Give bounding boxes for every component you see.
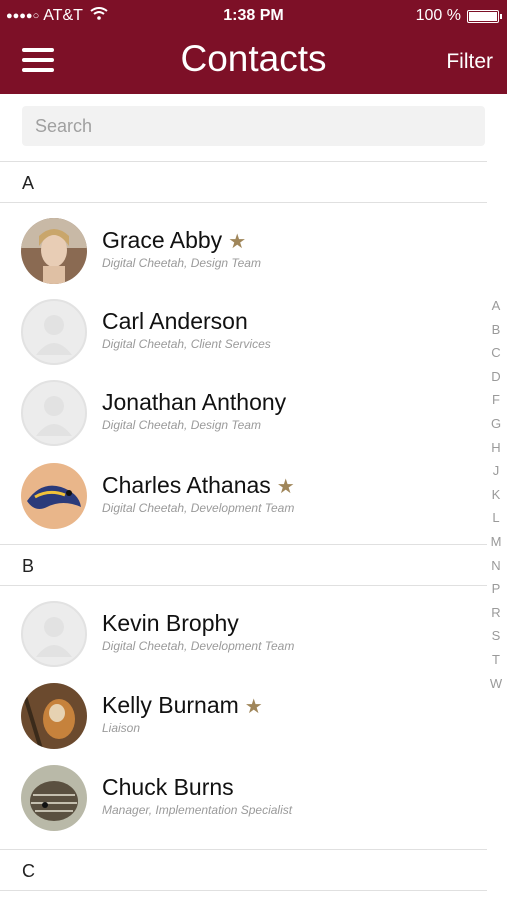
- contact-name-row: Charles Athanas ★: [102, 472, 295, 499]
- section-header-b: B: [0, 544, 487, 586]
- contact-name-row: Grace Abby ★: [102, 227, 246, 254]
- contact-name: Grace Abby: [102, 227, 223, 253]
- index-letter[interactable]: W: [486, 676, 506, 700]
- contact-name: Jonathan Anthony: [102, 389, 287, 415]
- contact-subtitle: Liaison: [102, 721, 141, 735]
- avatar-placeholder-icon: [21, 299, 87, 365]
- index-letter[interactable]: H: [486, 440, 506, 464]
- index-letter[interactable]: S: [486, 628, 506, 652]
- avatar-placeholder-icon: [21, 601, 87, 667]
- status-bar: ●●●●○ AT&T 1:38 PM 100 %: [0, 0, 507, 30]
- contact-name: Carl Anderson: [102, 308, 248, 334]
- contact-subtitle: Digital Cheetah, Client Services: [102, 337, 271, 351]
- contact-name: Kelly Burnam: [102, 692, 239, 718]
- contact-row[interactable]: Grace Abby ★ Digital Cheetah, Design Team: [0, 205, 487, 287]
- avatar: [21, 765, 87, 831]
- index-letter[interactable]: R: [486, 605, 506, 629]
- index-letter[interactable]: D: [486, 369, 506, 393]
- contact-subtitle: Digital Cheetah, Development Team: [102, 639, 295, 653]
- contact-subtitle: Digital Cheetah, Design Team: [102, 418, 261, 432]
- contact-name: Chuck Burns: [102, 774, 234, 800]
- index-letter[interactable]: T: [486, 652, 506, 676]
- index-letter[interactable]: G: [486, 416, 506, 440]
- contact-subtitle: Digital Cheetah, Design Team: [102, 256, 261, 270]
- avatar-placeholder-icon: [21, 380, 87, 446]
- contact-subtitle: Digital Cheetah, Development Team: [102, 501, 295, 515]
- favorite-star-icon: ★: [276, 476, 295, 498]
- index-letter[interactable]: N: [486, 558, 506, 582]
- index-letter[interactable]: B: [486, 322, 506, 346]
- avatar: [21, 218, 87, 284]
- search-input[interactable]: [22, 106, 485, 146]
- battery-icon: [467, 9, 502, 23]
- contact-subtitle: Manager, Implementation Specialist: [102, 803, 293, 817]
- contact-row[interactable]: Kelly Burnam ★ Liaison: [0, 670, 487, 752]
- index-letter[interactable]: F: [486, 392, 506, 416]
- avatar: [21, 463, 87, 529]
- index-letter[interactable]: P: [486, 581, 506, 605]
- index-letter[interactable]: K: [486, 487, 506, 511]
- contact-row[interactable]: Chuck Burns Manager, Implementation Spec…: [0, 752, 487, 834]
- section-header-c: C: [0, 849, 487, 891]
- filter-button[interactable]: Filter: [446, 50, 493, 74]
- battery-percent: 100 %: [415, 7, 461, 24]
- section-header-a: A: [0, 161, 487, 203]
- index-letter[interactable]: A: [486, 298, 506, 322]
- page-title: Contacts: [180, 38, 327, 79]
- contact-name: Kevin Brophy: [102, 610, 239, 636]
- contact-row[interactable]: Kevin Brophy Digital Cheetah, Developmen…: [0, 588, 487, 670]
- contact-name: Charles Athanas: [102, 472, 271, 498]
- contact-name-row: Kelly Burnam ★: [102, 692, 263, 719]
- index-letter[interactable]: L: [486, 510, 506, 534]
- avatar: [21, 683, 87, 749]
- contact-row[interactable]: Charles Athanas ★ Digital Cheetah, Develo…: [0, 450, 487, 532]
- index-letter[interactable]: C: [486, 345, 506, 369]
- battery-info: 100 %: [415, 7, 502, 25]
- index-letter[interactable]: M: [486, 534, 506, 558]
- app-header: ●●●●○ AT&T 1:38 PM 100 % Contacts Filter: [0, 0, 507, 94]
- favorite-star-icon: ★: [228, 231, 247, 253]
- favorite-star-icon: ★: [244, 696, 263, 718]
- contact-row[interactable]: Carl Anderson Digital Cheetah, Client Se…: [0, 286, 487, 368]
- index-letter[interactable]: J: [486, 463, 506, 487]
- contact-row[interactable]: Jonathan Anthony Digital Cheetah, Design…: [0, 367, 487, 449]
- alphabet-index[interactable]: A B C D F G H J K L M N P R S T W: [486, 298, 506, 699]
